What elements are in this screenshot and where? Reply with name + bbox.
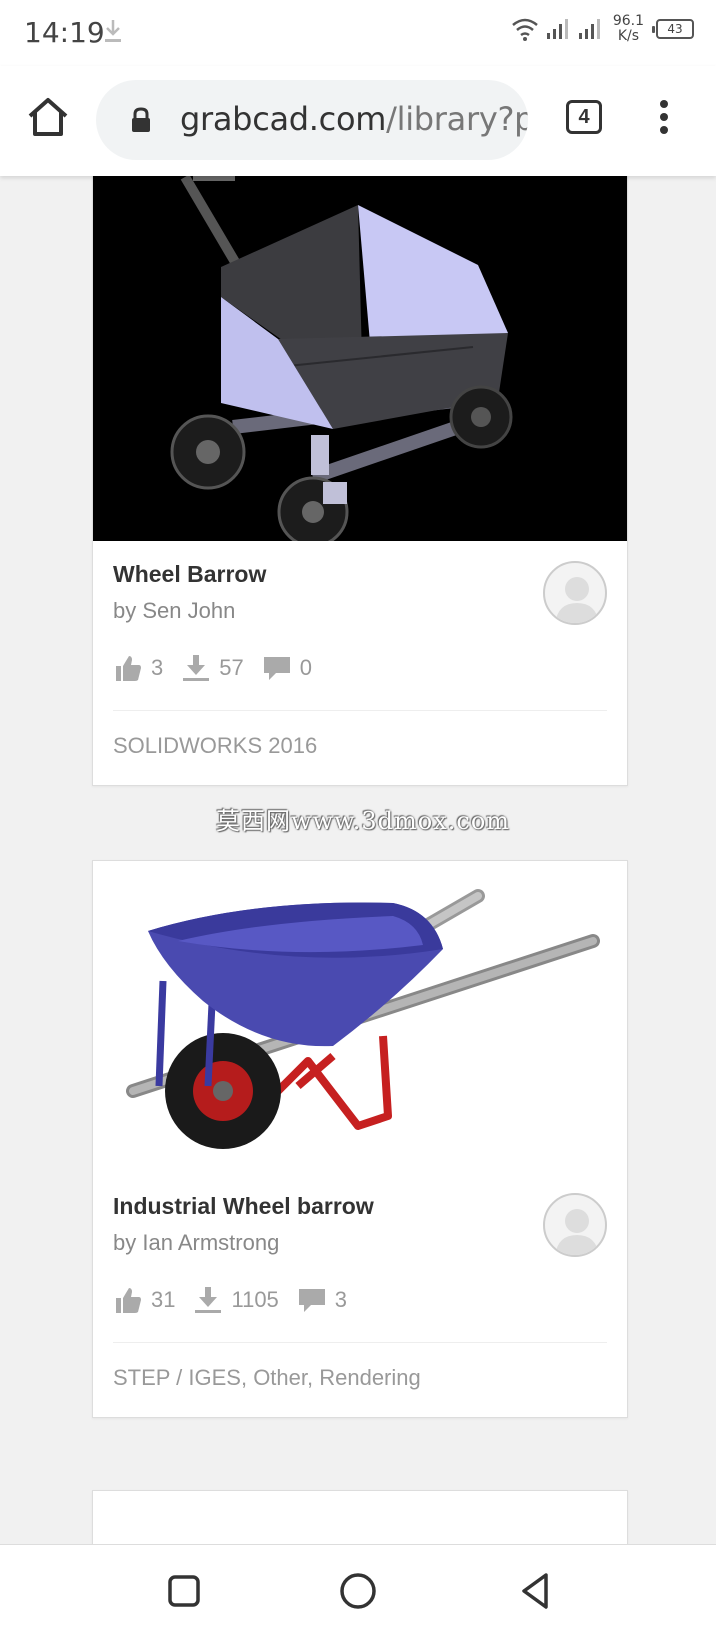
model-thumbnail[interactable] — [93, 176, 627, 541]
tab-count: 4 — [578, 105, 590, 128]
thumbs-up-icon — [116, 1288, 141, 1313]
circle-icon[interactable] — [338, 1571, 378, 1611]
signal-2-icon — [578, 19, 600, 39]
card-body: Industrial Wheel barrow by Ian Armstrong… — [93, 1173, 627, 1320]
triangle-back-icon[interactable] — [516, 1571, 556, 1611]
status-bar: 14:19 96.1 K/s 43 — [0, 0, 716, 66]
likes-stat[interactable]: 31 — [113, 1285, 175, 1315]
menu-dot — [660, 113, 668, 121]
likes-count: 3 — [151, 655, 164, 680]
avatar[interactable] — [543, 1193, 607, 1257]
model-thumbnail[interactable] — [93, 861, 627, 1173]
software-tags: STEP / IGES, Other, Rendering — [113, 1342, 607, 1417]
thumbs-up-icon — [116, 656, 141, 681]
model-card[interactable] — [92, 1490, 628, 1544]
url-path: /library?pa — [386, 100, 528, 138]
url-bar[interactable]: grabcad.com/library?pa — [96, 80, 528, 160]
network-speed: 96.1 K/s — [613, 14, 644, 44]
likes-stat[interactable]: 3 — [113, 653, 163, 683]
signal-1-icon — [546, 19, 568, 39]
system-nav-bar — [0, 1544, 716, 1636]
network-speed-unit: K/s — [617, 28, 640, 44]
comment-icon — [298, 1289, 325, 1312]
comment-icon — [263, 657, 290, 680]
battery-icon: 43 — [652, 19, 694, 39]
software-tags: SOLIDWORKS 2016 — [113, 710, 607, 785]
wifi-icon — [512, 18, 538, 41]
tab-switcher-button[interactable]: 4 — [566, 100, 602, 134]
url-text: grabcad.com/library?pa — [180, 100, 528, 138]
comments-stat[interactable]: 3 — [297, 1285, 347, 1315]
likes-count: 31 — [151, 1287, 176, 1312]
overflow-menu-button[interactable] — [652, 96, 676, 138]
model-card[interactable]: Industrial Wheel barrow by Ian Armstrong… — [92, 860, 628, 1418]
model-card[interactable]: Wheel Barrow by Sen John 3 57 0 SOLIDWOR… — [92, 176, 628, 786]
watermark: 莫西网www.3dmox.com — [216, 807, 511, 835]
battery-level: 43 — [667, 22, 683, 36]
lock-icon — [132, 107, 150, 132]
wheel-barrow-render — [93, 176, 627, 541]
model-title[interactable]: Wheel Barrow — [113, 561, 607, 588]
url-domain: grabcad.com — [180, 100, 387, 138]
model-author[interactable]: by Sen John — [113, 598, 607, 624]
comments-count: 0 — [299, 655, 312, 680]
menu-dot — [660, 126, 668, 134]
comments-count: 3 — [334, 1287, 348, 1312]
comments-stat[interactable]: 0 — [262, 653, 312, 683]
browser-toolbar: grabcad.com/library?pa 4 — [0, 66, 716, 176]
download-icon — [195, 1287, 222, 1313]
model-stats: 3 57 0 — [113, 648, 607, 688]
downloads-count: 1105 — [231, 1287, 279, 1312]
downloads-stat[interactable]: 57 — [181, 653, 244, 683]
home-icon[interactable] — [24, 94, 72, 142]
downloads-count: 57 — [219, 655, 244, 680]
status-time: 14:19 — [24, 16, 105, 49]
library-content: Wheel Barrow by Sen John 3 57 0 SOLIDWOR… — [0, 176, 716, 1544]
network-speed-value: 96.1 — [612, 13, 644, 29]
download-icon — [183, 655, 210, 681]
card-body: Wheel Barrow by Sen John 3 57 0 — [93, 541, 627, 688]
downloads-stat[interactable]: 1105 — [193, 1285, 279, 1315]
status-icons: 96.1 K/s 43 — [511, 14, 694, 44]
model-stats: 31 1105 3 — [113, 1280, 607, 1320]
avatar[interactable] — [543, 561, 607, 625]
model-title[interactable]: Industrial Wheel barrow — [113, 1193, 607, 1220]
model-author[interactable]: by Ian Armstrong — [113, 1230, 607, 1256]
industrial-wheel-barrow-render — [126, 889, 600, 1149]
menu-dot — [660, 100, 668, 108]
download-notification-icon — [105, 20, 121, 42]
square-icon[interactable] — [164, 1571, 204, 1611]
